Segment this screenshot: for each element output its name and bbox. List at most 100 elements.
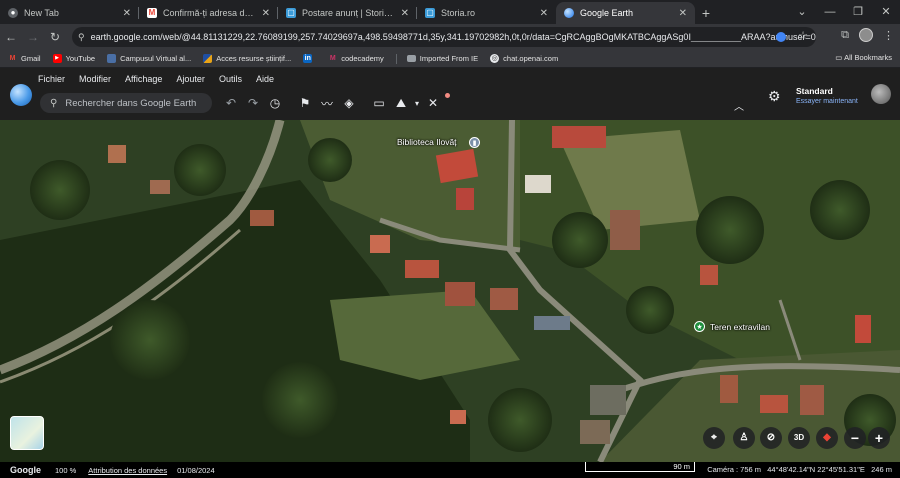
- menu-view[interactable]: Affichage: [125, 74, 162, 84]
- url-text[interactable]: earth.google.com/web/@44.81131229,22.760…: [91, 32, 816, 42]
- bookmark-linkedin[interactable]: in: [303, 54, 316, 63]
- tab-search-icon[interactable]: ⌄: [788, 0, 816, 24]
- youtube-icon: ▶: [52, 54, 62, 63]
- new-tab-button[interactable]: +: [695, 2, 717, 24]
- placemark-icon[interactable]: ⚑: [294, 96, 316, 110]
- teren-label-text: Teren extravilan: [710, 322, 771, 332]
- satellite-icon[interactable]: ✕: [422, 96, 444, 110]
- menu-bar: Fichier Modifier Affichage Ajouter Outil…: [38, 74, 274, 84]
- map-label-teren[interactable]: Teren extravilan: [710, 322, 770, 332]
- close-icon[interactable]: ✕: [679, 8, 687, 19]
- reload-icon[interactable]: ↻: [44, 30, 66, 44]
- bookmark-label: Acces resurse științif...: [216, 54, 292, 63]
- data-attribution-link[interactable]: Attribution des données: [88, 466, 167, 475]
- bookmark-gmail[interactable]: M Gmail: [8, 54, 41, 63]
- search-placeholder[interactable]: Rechercher dans Google Earth: [65, 98, 196, 109]
- storia-icon: ▢: [425, 8, 435, 18]
- extension-icon[interactable]: [776, 32, 786, 42]
- all-bookmarks[interactable]: ▭ All Bookmarks: [835, 53, 892, 62]
- tab-storia-post[interactable]: ▢ Postare anunț | Storia.ro ✕: [278, 2, 417, 24]
- tab-google-earth[interactable]: Google Earth ✕: [556, 2, 695, 24]
- map-label-library[interactable]: Biblioteca Ilovăț: [397, 137, 457, 147]
- earth-toolbar: ↶ ↷ ◷ ⚑ 〰 ◈ ▭ ⛰ ▾ ✕: [220, 93, 450, 112]
- chrome-menu-icon[interactable]: ⋮: [883, 29, 894, 42]
- compass-icon[interactable]: ◆: [816, 427, 838, 449]
- menu-file[interactable]: Fichier: [38, 74, 65, 84]
- tab-title: Storia.ro: [441, 8, 476, 18]
- codecademy-icon: M: [329, 55, 336, 62]
- dropdown-icon[interactable]: ▾: [412, 99, 422, 108]
- bookmark-youtube[interactable]: ▶ YouTube: [52, 54, 96, 63]
- notification-dot: [445, 93, 450, 98]
- tab-storia[interactable]: ▢ Storia.ro ✕: [417, 2, 556, 24]
- storia-icon: ▢: [286, 8, 296, 18]
- menu-help[interactable]: Aide: [256, 74, 274, 84]
- tab-title: Confirmă-ți adresa de e-mail -: [163, 8, 258, 18]
- search-box[interactable]: ⚲ Rechercher dans Google Earth: [40, 93, 212, 113]
- history-icon[interactable]: ◷: [264, 96, 286, 110]
- pegman-icon[interactable]: ♙: [733, 427, 755, 449]
- menu-tools[interactable]: Outils: [219, 74, 242, 84]
- openai-icon: ◎: [490, 54, 500, 63]
- tab-gmail[interactable]: M Confirmă-ți adresa de e-mail - ✕: [139, 2, 278, 24]
- address-bar[interactable]: ⚲ earth.google.com/web/@44.81131229,22.7…: [72, 27, 816, 47]
- library-pin-icon[interactable]: ▮: [469, 137, 480, 148]
- close-icon[interactable]: ✕: [262, 8, 270, 19]
- recenter-icon[interactable]: ⌖: [703, 427, 725, 449]
- satellite-map[interactable]: Biblioteca Ilovăț ▮ ★ Teren extravilan ⌖…: [0, 120, 900, 462]
- bookmark-openai[interactable]: ◎ chat.openai.com: [490, 54, 558, 63]
- gear-icon[interactable]: ⚙: [768, 88, 781, 105]
- bookmark-codecademy[interactable]: Mcodecademy: [328, 54, 384, 63]
- campus-icon: [107, 54, 117, 63]
- layers-icon[interactable]: ◈: [338, 96, 360, 110]
- gmail-icon: M: [147, 8, 157, 18]
- site-info-icon[interactable]: ⚲: [78, 32, 85, 43]
- bookmark-label: chat.openai.com: [503, 54, 559, 63]
- hide-3d-icon[interactable]: ⊘: [760, 427, 782, 449]
- maximize-icon[interactable]: ❐: [844, 0, 872, 24]
- bookmark-research[interactable]: Acces resurse științif...: [203, 54, 291, 63]
- scale-label: 90 m: [673, 462, 690, 471]
- redo-icon[interactable]: ↷: [242, 96, 264, 110]
- map-style-thumbnail[interactable]: [10, 416, 44, 450]
- try-now-link[interactable]: Essayer maintenant: [796, 98, 858, 105]
- image-overlay-icon[interactable]: ⛰: [390, 96, 412, 111]
- bookmark-folder-ie[interactable]: Imported From IE: [406, 54, 478, 63]
- avatar[interactable]: [871, 84, 891, 104]
- star-pin-icon[interactable]: ★: [694, 321, 705, 332]
- earth-header: Fichier Modifier Affichage Ajouter Outil…: [0, 68, 900, 120]
- toggle-3d-button[interactable]: 3D: [788, 427, 810, 449]
- bookmark-label: YouTube: [65, 54, 96, 63]
- bookmark-campus[interactable]: Campusul Virtual al...: [107, 54, 191, 63]
- forward-icon[interactable]: →: [22, 30, 44, 44]
- measure-icon[interactable]: ▭: [368, 96, 390, 110]
- tab-title: Postare anunț | Storia.ro: [302, 8, 397, 18]
- close-window-icon[interactable]: ✕: [872, 0, 900, 24]
- zoom-out-button[interactable]: −: [844, 427, 866, 449]
- back-icon[interactable]: ←: [0, 30, 22, 44]
- minimize-icon[interactable]: —: [816, 0, 844, 24]
- path-icon[interactable]: 〰: [316, 95, 338, 112]
- profile-avatar[interactable]: [859, 28, 873, 42]
- tab-strip: ● New Tab ✕ M Confirmă-ți adresa de e-ma…: [0, 0, 900, 24]
- earth-logo-icon[interactable]: [10, 84, 32, 106]
- chevron-up-icon[interactable]: ︿: [734, 98, 744, 113]
- undo-icon[interactable]: ↶: [220, 96, 242, 110]
- plan-info[interactable]: Standard Essayer maintenant: [796, 86, 858, 105]
- zoom-level: 100 %: [55, 465, 77, 475]
- toolbar-right: ⧉ ⋮: [841, 28, 894, 42]
- bookmark-star-icon[interactable]: ☆: [798, 29, 808, 42]
- extensions-icon[interactable]: ⧉: [841, 29, 849, 42]
- plan-name: Standard: [796, 86, 833, 96]
- google-logo: Google: [10, 465, 41, 475]
- bookmark-separator: [395, 53, 397, 64]
- close-icon[interactable]: ✕: [540, 8, 548, 19]
- menu-add[interactable]: Ajouter: [176, 74, 205, 84]
- imagery-date: 01/08/2024: [177, 465, 215, 475]
- zoom-in-button[interactable]: +: [868, 427, 890, 449]
- close-icon[interactable]: ✕: [123, 8, 131, 19]
- gmail-icon: M: [9, 55, 16, 62]
- tab-new-tab[interactable]: ● New Tab ✕: [0, 2, 139, 24]
- menu-edit[interactable]: Modifier: [79, 74, 111, 84]
- close-icon[interactable]: ✕: [401, 8, 409, 19]
